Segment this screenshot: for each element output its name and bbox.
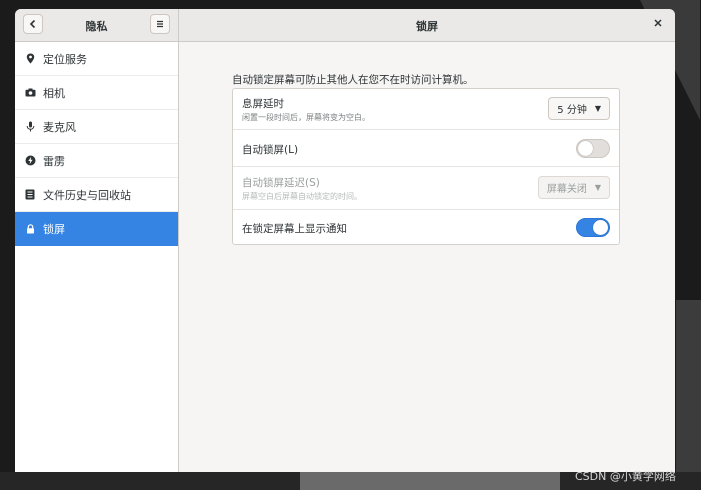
close-button[interactable] — [649, 15, 667, 33]
location-pin-icon — [24, 53, 36, 64]
sidebar-item-thunderbolt[interactable]: 雷雳 — [15, 144, 178, 178]
microphone-icon — [24, 121, 36, 132]
camera-icon — [24, 88, 36, 97]
page-title: 锁屏 — [416, 20, 438, 33]
desktop-background-shape — [300, 472, 560, 490]
menu-button[interactable] — [150, 14, 170, 34]
description-text: 自动锁定屏幕可防止其他人在您不在时访问计算机。 — [232, 74, 474, 86]
sidebar-item-label: 相机 — [43, 86, 65, 100]
dropdown-arrow-icon: ▼ — [594, 104, 601, 113]
blank-delay-value: 5 分钟 — [557, 105, 587, 116]
watermark: CSDN @小黄学网络 — [575, 470, 676, 483]
desktop-background-shape — [676, 300, 701, 490]
settings-window: 隐私 锁屏 定位服务 相机 麦克风 雷雳 文件历史与回收站 锁屏 自动锁定屏幕可… — [15, 9, 675, 472]
file-history-icon — [24, 189, 36, 200]
titlebar: 隐私 锁屏 — [15, 9, 675, 42]
auto-lock-row: 自动锁屏(L) — [233, 130, 619, 167]
auto-lock-delay-row: 自动锁屏延迟(S) 屏幕空白后屏幕自动锁定的时间。 屏幕关闭 ▼ — [233, 167, 619, 210]
close-icon — [654, 19, 662, 27]
sidebar-header: 隐私 — [15, 9, 179, 41]
blank-delay-subtitle: 闲置一段时间后，屏幕将变为空白。 — [242, 113, 370, 122]
settings-panel: 息屏延时 闲置一段时间后，屏幕将变为空白。 5 分钟 ▼ 自动锁屏(L) 自动锁… — [232, 88, 620, 245]
auto-lock-switch[interactable] — [576, 139, 610, 158]
blank-delay-dropdown[interactable]: 5 分钟 ▼ — [548, 97, 610, 120]
switch-knob — [593, 220, 608, 235]
sidebar-item-file-history[interactable]: 文件历史与回收站 — [15, 178, 178, 212]
sidebar-item-label: 锁屏 — [43, 223, 65, 236]
auto-lock-delay-title: 自动锁屏延迟(S) — [242, 177, 320, 189]
show-notifications-title: 在锁定屏幕上显示通知 — [242, 223, 347, 235]
blank-delay-row: 息屏延时 闲置一段时间后，屏幕将变为空白。 5 分钟 ▼ — [233, 89, 619, 130]
dropdown-arrow-icon: ▼ — [594, 183, 601, 192]
blank-delay-title: 息屏延时 — [242, 98, 284, 110]
sidebar-item-label: 雷雳 — [43, 154, 65, 168]
show-notifications-switch[interactable] — [576, 218, 610, 237]
thunderbolt-icon — [24, 155, 36, 166]
sidebar-item-microphone[interactable]: 麦克风 — [15, 110, 178, 144]
sidebar-item-camera[interactable]: 相机 — [15, 76, 178, 110]
auto-lock-delay-value: 屏幕关闭 — [546, 184, 587, 195]
sidebar-item-label: 文件历史与回收站 — [43, 188, 131, 202]
show-notifications-row: 在锁定屏幕上显示通知 — [233, 210, 619, 244]
sidebar-item-label: 麦克风 — [43, 120, 76, 134]
switch-knob — [578, 141, 593, 156]
lock-icon — [24, 224, 36, 234]
sidebar: 定位服务 相机 麦克风 雷雳 文件历史与回收站 锁屏 — [15, 42, 179, 472]
auto-lock-title: 自动锁屏(L) — [242, 144, 299, 156]
hamburger-icon — [157, 20, 163, 28]
main-content: 自动锁定屏幕可防止其他人在您不在时访问计算机。 息屏延时 闲置一段时间后，屏幕将… — [179, 42, 675, 472]
auto-lock-delay-dropdown[interactable]: 屏幕关闭 ▼ — [537, 176, 610, 199]
sidebar-item-label: 定位服务 — [43, 52, 87, 66]
sidebar-item-lock-screen[interactable]: 锁屏 — [15, 212, 178, 246]
auto-lock-delay-subtitle: 屏幕空白后屏幕自动锁定的时间。 — [242, 192, 362, 201]
sidebar-item-location[interactable]: 定位服务 — [15, 42, 178, 76]
